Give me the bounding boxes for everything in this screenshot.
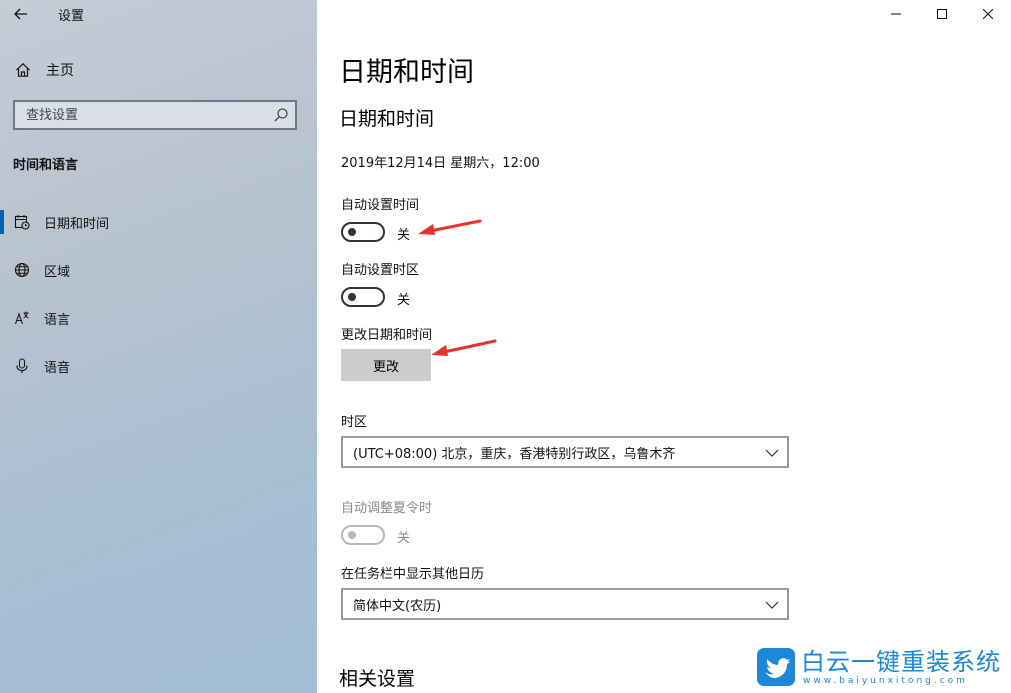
timezone-value: (UTC+08:00) 北京，重庆，香港特别行政区，乌鲁木齐 — [353, 446, 676, 462]
window-controls — [873, 0, 1011, 28]
auto-time-toggle[interactable] — [341, 222, 385, 242]
auto-timezone-toggle[interactable] — [341, 287, 385, 307]
maximize-icon — [937, 9, 947, 19]
sidebar-item-label: 日期和时间 — [44, 216, 110, 232]
minimize-button[interactable] — [873, 0, 919, 28]
settings-window: 设置 主页 时间和语言 — [0, 0, 1011, 693]
toggle-knob — [348, 531, 356, 539]
dst-toggle[interactable] — [341, 525, 385, 545]
maximize-button[interactable] — [919, 0, 965, 28]
current-datetime: 2019年12月14日 星期六，12:00 — [341, 156, 540, 171]
sidebar-item-label: 区域 — [44, 264, 71, 280]
calendar-dropdown[interactable]: 简体中文(农历) — [341, 588, 789, 620]
timezone-dropdown[interactable]: (UTC+08:00) 北京，重庆，香港特别行政区，乌鲁木齐 — [341, 436, 789, 468]
globe-icon — [12, 260, 32, 280]
close-button[interactable] — [965, 0, 1011, 28]
home-icon — [13, 60, 33, 80]
search-icon[interactable] — [273, 107, 289, 123]
dst-state: 关 — [397, 531, 411, 546]
auto-timezone-state: 关 — [397, 293, 411, 308]
chevron-down-icon — [765, 449, 779, 457]
search-box[interactable] — [13, 100, 297, 130]
related-settings-title: 相关设置 — [339, 668, 416, 690]
change-datetime-label: 更改日期和时间 — [341, 328, 433, 343]
dst-label: 自动调整夏令时 — [341, 501, 433, 516]
microphone-icon — [12, 356, 32, 376]
sidebar-item-speech[interactable]: 语音 — [0, 342, 317, 390]
watermark-url: www.baiyunxitong.com — [803, 676, 968, 686]
search-input[interactable] — [24, 106, 268, 124]
calendar-value: 简体中文(农历) — [353, 598, 442, 614]
back-arrow-icon — [14, 8, 27, 20]
timezone-label: 时区 — [341, 415, 368, 430]
auto-time-label: 自动设置时间 — [341, 198, 420, 213]
sidebar-home-label: 主页 — [46, 63, 74, 79]
section-title: 日期和时间 — [339, 108, 435, 130]
toggle-knob — [348, 293, 356, 301]
page-title: 日期和时间 — [339, 57, 474, 88]
watermark-title: 白云一键重装系统 — [801, 648, 1001, 676]
sidebar-item-label: 语言 — [44, 312, 71, 328]
change-datetime-button[interactable]: 更改 — [341, 349, 431, 381]
auto-timezone-label: 自动设置时区 — [341, 263, 420, 278]
back-button[interactable] — [8, 2, 34, 26]
title-bar: 设置 — [0, 0, 317, 28]
sidebar-item-region[interactable]: 区域 — [0, 246, 317, 294]
sidebar: 设置 主页 时间和语言 — [0, 0, 317, 693]
auto-time-state: 关 — [397, 228, 411, 243]
language-icon — [12, 308, 32, 328]
minimize-icon — [891, 13, 901, 15]
calendar-clock-icon — [12, 212, 32, 232]
close-icon — [983, 9, 993, 19]
sidebar-item-language[interactable]: 语言 — [0, 294, 317, 342]
calendar-label: 在任务栏中显示其他日历 — [341, 567, 485, 582]
main-content: 日期和时间 日期和时间 2019年12月14日 星期六，12:00 自动设置时间… — [317, 0, 1011, 693]
sidebar-nav: 日期和时间 区域 语言 语音 — [0, 198, 317, 390]
chevron-down-icon — [765, 601, 779, 609]
sidebar-section-title: 时间和语言 — [13, 158, 79, 173]
toggle-knob — [348, 228, 356, 236]
sidebar-home[interactable]: 主页 — [0, 54, 317, 86]
sidebar-item-label: 语音 — [44, 360, 71, 376]
sidebar-item-date-time[interactable]: 日期和时间 — [0, 198, 317, 246]
app-title: 设置 — [58, 9, 85, 24]
bird-logo-icon — [757, 648, 795, 686]
watermark: 白云一键重装系统 www.baiyunxitong.com — [757, 648, 1007, 690]
